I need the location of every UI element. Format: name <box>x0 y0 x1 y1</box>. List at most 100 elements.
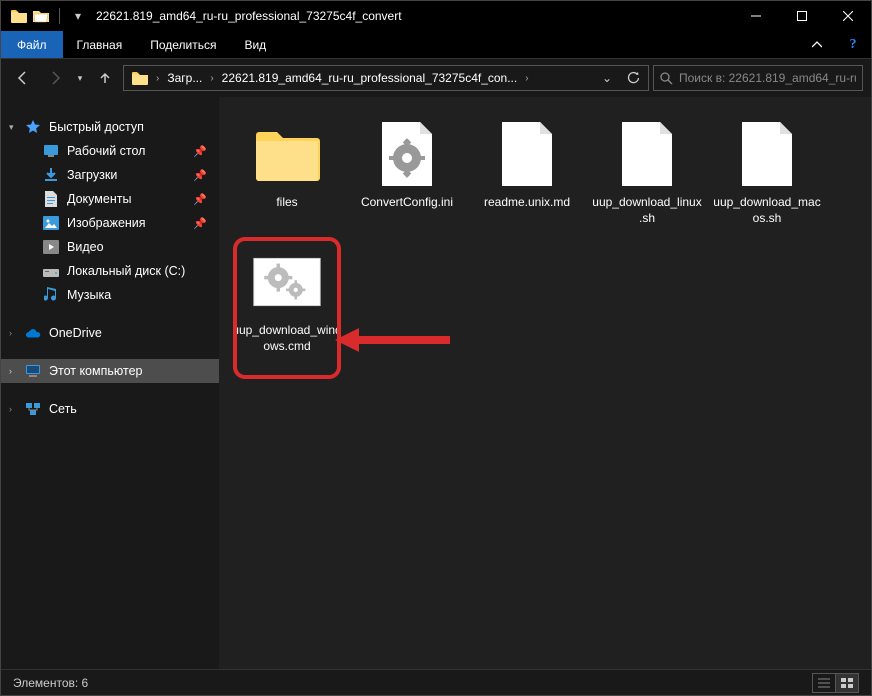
window-title: 22621.819_amd64_ru-ru_professional_73275… <box>96 9 733 23</box>
ribbon-tab-home[interactable]: Главная <box>63 31 137 58</box>
chevron-right-icon[interactable]: › <box>9 328 12 338</box>
ribbon: Файл Главная Поделиться Вид ? <box>1 31 871 59</box>
sidebar-item-label: Видео <box>67 240 104 254</box>
nav-group-thispc: › Этот компьютер <box>1 359 219 383</box>
sidebar-item-label: Этот компьютер <box>49 364 142 378</box>
breadcrumb-item[interactable]: Загр... <box>161 66 208 90</box>
nav-pane[interactable]: ▾ Быстрый доступ Рабочий стол 📌 Загрузки… <box>1 97 219 669</box>
tab-label: Поделиться <box>150 38 216 52</box>
ribbon-file-label: Файл <box>17 38 47 52</box>
nav-forward-button[interactable] <box>41 64 69 92</box>
file-item-generic[interactable]: uup_download_linux.sh <box>587 115 707 243</box>
file-icon <box>612 119 682 189</box>
search-box[interactable]: Поиск в: 22621.819_amd64_ru-ru... <box>653 65 863 91</box>
separator <box>59 8 60 24</box>
close-button[interactable] <box>825 1 871 31</box>
titlebar[interactable]: ▾ 22621.819_amd64_ru-ru_professional_732… <box>1 1 871 31</box>
pictures-icon <box>43 215 59 231</box>
nav-recent-dropdown[interactable]: ▾ <box>73 64 87 92</box>
music-icon <box>43 287 59 303</box>
pc-icon <box>25 363 41 379</box>
view-large-icons-button[interactable] <box>835 673 859 693</box>
folder-open-icon[interactable] <box>31 6 51 26</box>
file-label: files <box>272 195 301 211</box>
downloads-icon <box>43 167 59 183</box>
breadcrumb-root-icon[interactable] <box>126 66 154 90</box>
sidebar-item-label: Музыка <box>67 288 111 302</box>
sidebar-item-network[interactable]: › Сеть <box>1 397 219 421</box>
chevron-down-icon[interactable]: ▾ <box>9 122 14 133</box>
ini-file-icon <box>372 119 442 189</box>
sidebar-item-local-disk[interactable]: Локальный диск (C:) <box>1 259 219 283</box>
sidebar-item-video[interactable]: Видео <box>1 235 219 259</box>
tab-label: Главная <box>77 38 123 52</box>
sidebar-item-quick-access[interactable]: ▾ Быстрый доступ <box>1 115 219 139</box>
sidebar-item-onedrive[interactable]: › OneDrive <box>1 321 219 345</box>
file-list[interactable]: files ConvertConfig.ini readme.unix.md <box>219 97 871 669</box>
file-item-folder[interactable]: files <box>227 115 347 243</box>
folder-icon <box>252 119 322 189</box>
sidebar-item-label: Загрузки <box>67 168 117 182</box>
maximize-button[interactable] <box>779 1 825 31</box>
nav-group-onedrive: › OneDrive <box>1 321 219 345</box>
nav-up-button[interactable] <box>91 64 119 92</box>
sidebar-item-label: Рабочий стол <box>67 144 145 158</box>
nav-group-quick-access: ▾ Быстрый доступ Рабочий стол 📌 Загрузки… <box>1 115 219 307</box>
chevron-right-icon[interactable]: › <box>154 73 161 84</box>
spacer <box>280 31 799 58</box>
ribbon-tab-share[interactable]: Поделиться <box>136 31 230 58</box>
file-label: readme.unix.md <box>480 195 574 211</box>
folder-icon <box>9 6 29 26</box>
network-icon <box>25 401 41 417</box>
onedrive-icon <box>25 325 41 341</box>
file-label: uup_download_linux.sh <box>587 195 707 226</box>
chevron-right-icon[interactable]: › <box>523 73 530 84</box>
chevron-right-icon[interactable]: › <box>9 404 12 414</box>
ribbon-file-tab[interactable]: Файл <box>1 31 63 58</box>
sidebar-item-label: OneDrive <box>49 326 102 340</box>
body: ▾ Быстрый доступ Рабочий стол 📌 Загрузки… <box>1 97 871 669</box>
pin-icon: 📌 <box>193 169 207 182</box>
pin-icon: 📌 <box>193 145 207 158</box>
sidebar-item-pictures[interactable]: Изображения 📌 <box>1 211 219 235</box>
status-item-count: Элементов: 6 <box>13 676 88 690</box>
ribbon-tab-view[interactable]: Вид <box>230 31 280 58</box>
sidebar-item-downloads[interactable]: Загрузки 📌 <box>1 163 219 187</box>
sidebar-item-desktop[interactable]: Рабочий стол 📌 <box>1 139 219 163</box>
sidebar-item-label: Сеть <box>49 402 77 416</box>
chevron-right-icon[interactable]: › <box>9 366 12 376</box>
sidebar-item-documents[interactable]: Документы 📌 <box>1 187 219 211</box>
annotation-arrow-icon <box>335 325 455 355</box>
sidebar-item-label: Быстрый доступ <box>49 120 144 134</box>
disk-icon <box>43 263 59 279</box>
view-details-button[interactable] <box>812 673 836 693</box>
qat: ▾ <box>9 6 88 26</box>
breadcrumb-item[interactable]: 22621.819_amd64_ru-ru_professional_73275… <box>216 66 524 90</box>
sidebar-item-label: Документы <box>67 192 131 206</box>
address-box[interactable]: › Загр... › 22621.819_amd64_ru-ru_profes… <box>123 65 649 91</box>
sidebar-item-label: Изображения <box>67 216 146 230</box>
file-item-generic[interactable]: uup_download_macos.sh <box>707 115 827 243</box>
statusbar: Элементов: 6 <box>1 669 871 695</box>
sidebar-item-music[interactable]: Музыка <box>1 283 219 307</box>
nav-back-button[interactable] <box>9 64 37 92</box>
file-item-generic[interactable]: readme.unix.md <box>467 115 587 243</box>
documents-icon <box>43 191 59 207</box>
explorer-window: ▾ 22621.819_amd64_ru-ru_professional_732… <box>0 0 872 696</box>
minimize-button[interactable] <box>733 1 779 31</box>
qat-dropdown-icon[interactable]: ▾ <box>68 6 88 26</box>
address-dropdown-icon[interactable]: ⌄ <box>594 66 620 90</box>
ribbon-collapse-icon[interactable] <box>799 31 835 58</box>
refresh-icon[interactable] <box>620 66 646 90</box>
help-icon[interactable]: ? <box>835 31 871 58</box>
file-item-ini[interactable]: ConvertConfig.ini <box>347 115 467 243</box>
address-bar: ▾ › Загр... › 22621.819_amd64_ru-ru_prof… <box>1 59 871 97</box>
chevron-right-icon[interactable]: › <box>208 73 215 84</box>
file-icon <box>492 119 562 189</box>
video-icon <box>43 239 59 255</box>
search-icon <box>660 72 673 85</box>
sidebar-item-this-pc[interactable]: › Этот компьютер <box>1 359 219 383</box>
file-item-cmd[interactable]: uup_download_windows.cmd <box>227 243 347 371</box>
pin-icon: 📌 <box>193 193 207 206</box>
file-icon <box>732 119 802 189</box>
